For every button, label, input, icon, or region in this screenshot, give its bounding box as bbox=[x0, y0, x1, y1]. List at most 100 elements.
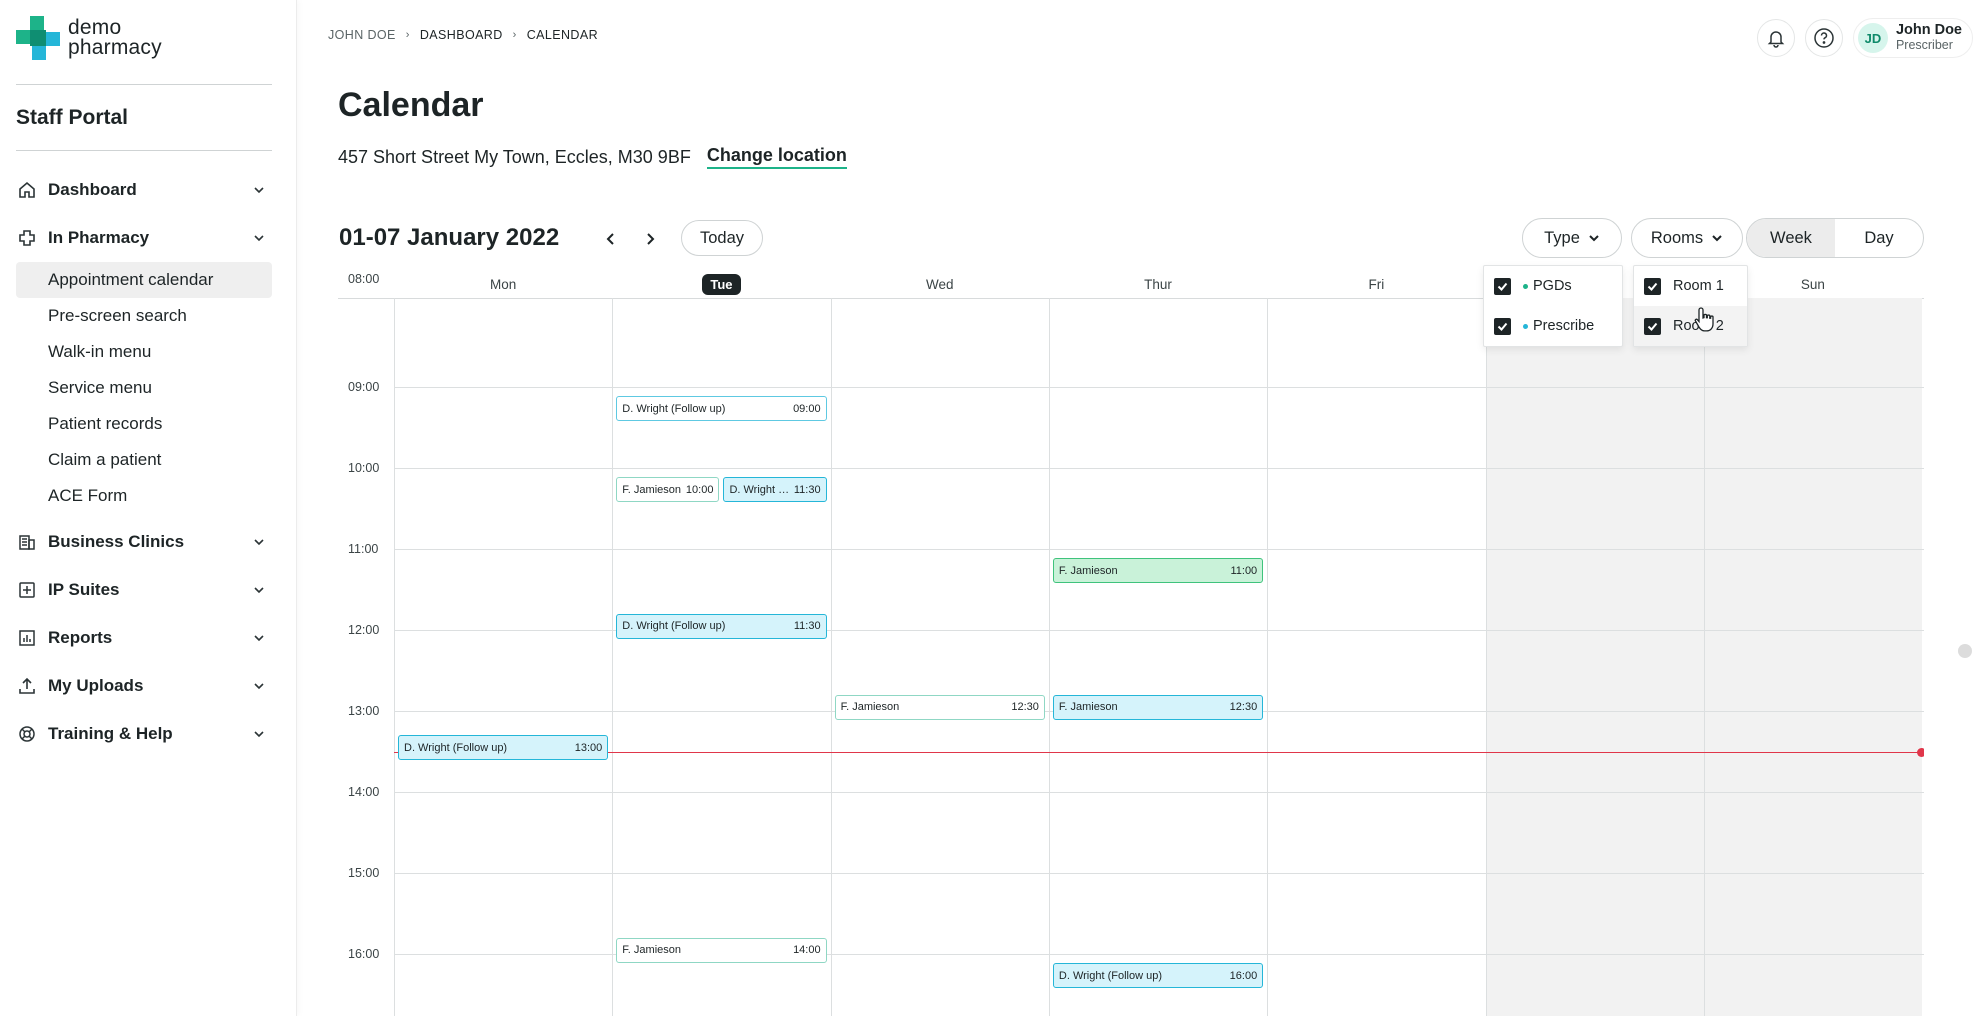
appointment-time: 11:00 bbox=[1230, 564, 1258, 577]
appointment-block[interactable]: F. Jamieson 11:00 bbox=[1052, 558, 1264, 583]
day-label: Mon bbox=[490, 276, 517, 292]
next-week-button[interactable] bbox=[637, 226, 663, 252]
day-header-wed[interactable]: Wed bbox=[831, 270, 1049, 298]
breadcrumb-item[interactable]: DASHBOARD bbox=[420, 28, 503, 42]
hour-gridline bbox=[394, 873, 1924, 874]
sidebar-item-my-uploads[interactable]: My Uploads bbox=[16, 662, 272, 710]
appointment-patient: D. Wright (Follow up) bbox=[404, 741, 508, 754]
rooms-filter-menu: Room 1 Room 2 bbox=[1633, 265, 1748, 347]
day-label: Sun bbox=[1800, 276, 1825, 292]
day-header-mon[interactable]: Mon bbox=[394, 270, 612, 298]
hour-gridline bbox=[394, 387, 1924, 388]
portal-title: Staff Portal bbox=[16, 106, 129, 129]
appointment-block[interactable]: D. Wright (Follow up) 11:30 bbox=[616, 613, 827, 639]
appointment-patient: D. Wright (Follow up) bbox=[622, 402, 726, 415]
day-header-tue[interactable]: Tue bbox=[612, 270, 830, 298]
current-time-line bbox=[394, 751, 1924, 753]
type-filter-button[interactable]: Type bbox=[1522, 218, 1622, 258]
sidebar-subitem-walk-in-menu[interactable]: Walk-in menu bbox=[16, 334, 272, 370]
sidebar-subitem-patient-records[interactable]: Patient records bbox=[16, 406, 272, 442]
notifications-button[interactable] bbox=[1756, 19, 1795, 57]
help-button[interactable] bbox=[1804, 19, 1843, 57]
sidebar-item-dashboard[interactable]: Dashboard bbox=[16, 166, 272, 214]
time-label: 15:00 bbox=[348, 866, 380, 880]
appointment-time: 12:30 bbox=[1229, 701, 1258, 714]
day-header-fri[interactable]: Fri bbox=[1267, 270, 1485, 298]
room-option-1[interactable]: Room 1 bbox=[1634, 266, 1747, 306]
sidebar-subitem-pre-screen-search[interactable]: Pre-screen search bbox=[16, 298, 272, 334]
day-column-divider bbox=[394, 298, 395, 1016]
page-title: Calendar bbox=[338, 86, 484, 124]
rooms-filter-button[interactable]: Rooms bbox=[1631, 218, 1743, 258]
scroll-handle[interactable] bbox=[1958, 644, 1972, 658]
appointment-time: 11:30 bbox=[793, 483, 821, 496]
sidebar-subitem-claim-a-patient[interactable]: Claim a patient bbox=[16, 442, 272, 478]
appointment-patient: F. Jamieson bbox=[622, 483, 681, 496]
appointment-time: 12:30 bbox=[1011, 701, 1039, 714]
brand-logo[interactable]: demo pharmacy bbox=[16, 16, 162, 60]
appointment-block[interactable]: D. Wright (Follow up) 13:00 bbox=[398, 735, 609, 761]
prescribe-color-dot bbox=[1523, 323, 1528, 329]
day-label: Thur bbox=[1144, 276, 1172, 292]
week-view-button[interactable]: Week bbox=[1747, 219, 1835, 257]
sidebar-subitem-service-menu[interactable]: Service menu bbox=[16, 370, 272, 406]
day-column-divider bbox=[830, 298, 832, 1016]
appointment-block[interactable]: F. Jamieson 10:00 bbox=[616, 477, 720, 502]
checkbox-checked-icon[interactable] bbox=[1494, 277, 1511, 295]
plus-square-icon bbox=[16, 579, 38, 601]
sidebar-item-business-clinics[interactable]: Business Clinics bbox=[16, 518, 272, 566]
sidebar-item-training-help[interactable]: Training & Help bbox=[16, 710, 272, 758]
sidebar-item-ip-suites[interactable]: IP Suites bbox=[16, 566, 272, 614]
room-option-2[interactable]: Room 2 bbox=[1634, 306, 1747, 346]
sidebar-item-reports[interactable]: Reports bbox=[16, 614, 272, 662]
checkbox-checked-icon[interactable] bbox=[1644, 317, 1661, 335]
day-column-divider bbox=[612, 298, 614, 1016]
sidebar-item-label: Dashboard bbox=[48, 180, 137, 199]
day-view-button[interactable]: Day bbox=[1835, 219, 1923, 257]
previous-week-button[interactable] bbox=[598, 226, 624, 252]
type-option-prescribe[interactable]: Prescribe bbox=[1484, 306, 1622, 346]
appointment-block[interactable]: F. Jamieson 12:30 bbox=[1052, 694, 1264, 720]
type-option-pgds[interactable]: PGDs bbox=[1484, 266, 1622, 306]
week-calendar: MonTueWedThurFriSatSun08:0009:0010:0011:… bbox=[338, 270, 1924, 1016]
chevron-down-icon bbox=[254, 683, 264, 690]
sidebar-item-label: Business Clinics bbox=[48, 532, 185, 551]
appointment-patient: F. Jamieson bbox=[1058, 701, 1118, 714]
brand-line-1: demo bbox=[68, 16, 122, 39]
user-info: John Doe Prescriber bbox=[1896, 23, 1962, 53]
location-address: 457 Short Street My Town, Eccles, M30 9B… bbox=[338, 146, 691, 167]
hour-gridline bbox=[394, 549, 1924, 550]
chart-icon bbox=[16, 627, 38, 649]
user-name: John Doe bbox=[1895, 22, 1962, 38]
chevron-down-icon bbox=[254, 235, 264, 242]
checkbox-checked-icon[interactable] bbox=[1644, 277, 1661, 295]
day-column-divider bbox=[1267, 298, 1269, 1016]
checkbox-checked-icon[interactable] bbox=[1494, 317, 1511, 335]
sidebar-item-in-pharmacy[interactable]: In Pharmacy bbox=[16, 214, 272, 262]
change-location-link[interactable]: Change location bbox=[706, 145, 847, 169]
appointment-time: 10:00 bbox=[685, 483, 714, 496]
home-icon bbox=[16, 179, 38, 201]
type-filter-label: Type bbox=[1544, 228, 1580, 247]
day-header-thur[interactable]: Thur bbox=[1049, 270, 1267, 298]
sidebar-nav: Dashboard In Pharmacy Appointment calend… bbox=[16, 166, 272, 758]
time-label: 08:00 bbox=[348, 272, 380, 286]
appointment-block[interactable]: D. Wright (Follow up) 16:00 bbox=[1052, 963, 1264, 988]
sidebar-subitem-appointment-calendar[interactable]: Appointment calendar bbox=[16, 262, 272, 298]
time-label: 12:00 bbox=[348, 623, 380, 637]
time-label: 10:00 bbox=[348, 461, 380, 475]
chevron-down-icon bbox=[254, 539, 264, 546]
appointment-block[interactable]: D. Wright (Follow up) 09:00 bbox=[616, 396, 827, 421]
today-button[interactable]: Today bbox=[681, 220, 763, 256]
appointment-block[interactable]: F. Jamieson 14:00 bbox=[616, 937, 827, 963]
current-time-dot bbox=[1917, 747, 1924, 757]
location-line: 457 Short Street My Town, Eccles, M30 9B… bbox=[338, 145, 847, 169]
chevron-left-icon bbox=[606, 233, 614, 245]
breadcrumb-item[interactable]: JOHN DOE bbox=[328, 28, 396, 42]
user-menu[interactable]: JD John Doe Prescriber bbox=[1852, 18, 1973, 58]
appointment-block[interactable]: F. Jamieson 12:30 bbox=[834, 694, 1045, 720]
room-option-label: Room 1 bbox=[1673, 278, 1724, 294]
appointment-block[interactable]: D. Wright (Follow up) 11:30 bbox=[723, 477, 827, 502]
sidebar-subitem-ace-form[interactable]: ACE Form bbox=[16, 478, 272, 514]
appointment-time: 11:30 bbox=[793, 620, 821, 633]
